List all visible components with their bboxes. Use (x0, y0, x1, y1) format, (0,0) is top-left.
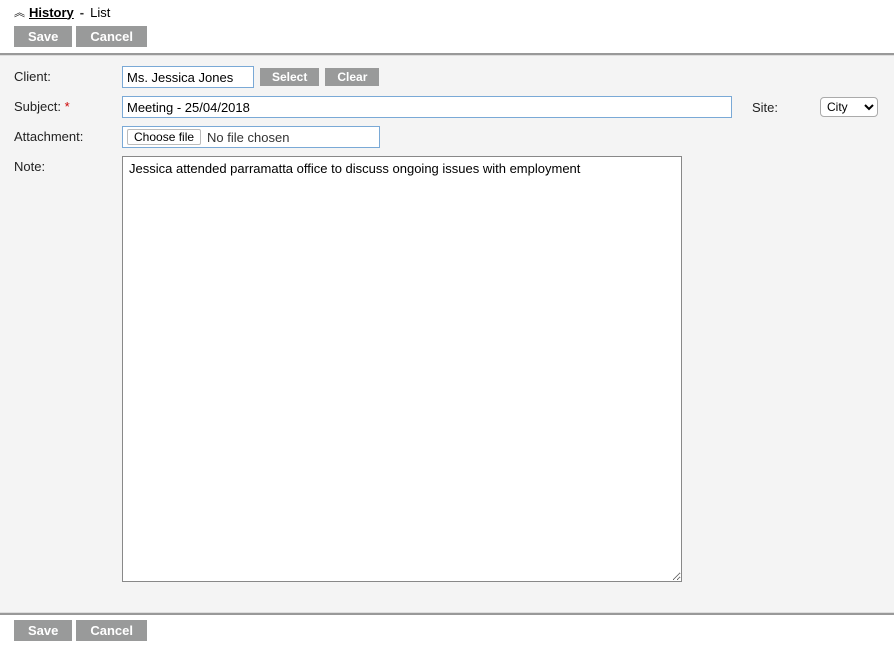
file-input-wrapper[interactable]: Choose file No file chosen (122, 126, 380, 148)
form-area: Client: Select Clear Subject: * Site: Ci… (0, 55, 894, 613)
note-label: Note: (14, 156, 122, 174)
client-label: Client: (14, 66, 122, 84)
breadcrumb-current: List (90, 5, 110, 20)
breadcrumb: ︽ History - List (0, 0, 894, 22)
breadcrumb-separator: - (76, 5, 88, 20)
file-status-text: No file chosen (207, 130, 289, 145)
client-input[interactable] (122, 66, 254, 88)
row-client: Client: Select Clear (14, 66, 880, 88)
cancel-button-bottom[interactable]: Cancel (76, 620, 147, 641)
subject-label: Subject: * (14, 96, 122, 114)
row-note: Note: Jessica attended parramatta office… (14, 156, 880, 582)
client-select-button[interactable]: Select (260, 68, 319, 86)
note-textarea[interactable]: Jessica attended parramatta office to di… (122, 156, 682, 582)
row-subject: Subject: * Site: City (14, 96, 880, 118)
site-select[interactable]: City (820, 97, 878, 117)
subject-required-mark: * (65, 99, 70, 114)
cancel-button[interactable]: Cancel (76, 26, 147, 47)
save-button[interactable]: Save (14, 26, 72, 47)
choose-file-button[interactable]: Choose file (127, 129, 201, 145)
bottom-toolbar: Save Cancel (0, 615, 894, 646)
row-attachment: Attachment: Choose file No file chosen (14, 126, 880, 148)
subject-label-text: Subject: (14, 99, 61, 114)
breadcrumb-history-link[interactable]: History (29, 5, 74, 20)
client-clear-button[interactable]: Clear (325, 68, 379, 86)
save-button-bottom[interactable]: Save (14, 620, 72, 641)
site-label: Site: (752, 100, 778, 115)
top-toolbar: Save Cancel (0, 22, 894, 53)
attachment-label: Attachment: (14, 126, 122, 144)
subject-input[interactable] (122, 96, 732, 118)
collapse-icon[interactable]: ︽ (14, 4, 25, 20)
